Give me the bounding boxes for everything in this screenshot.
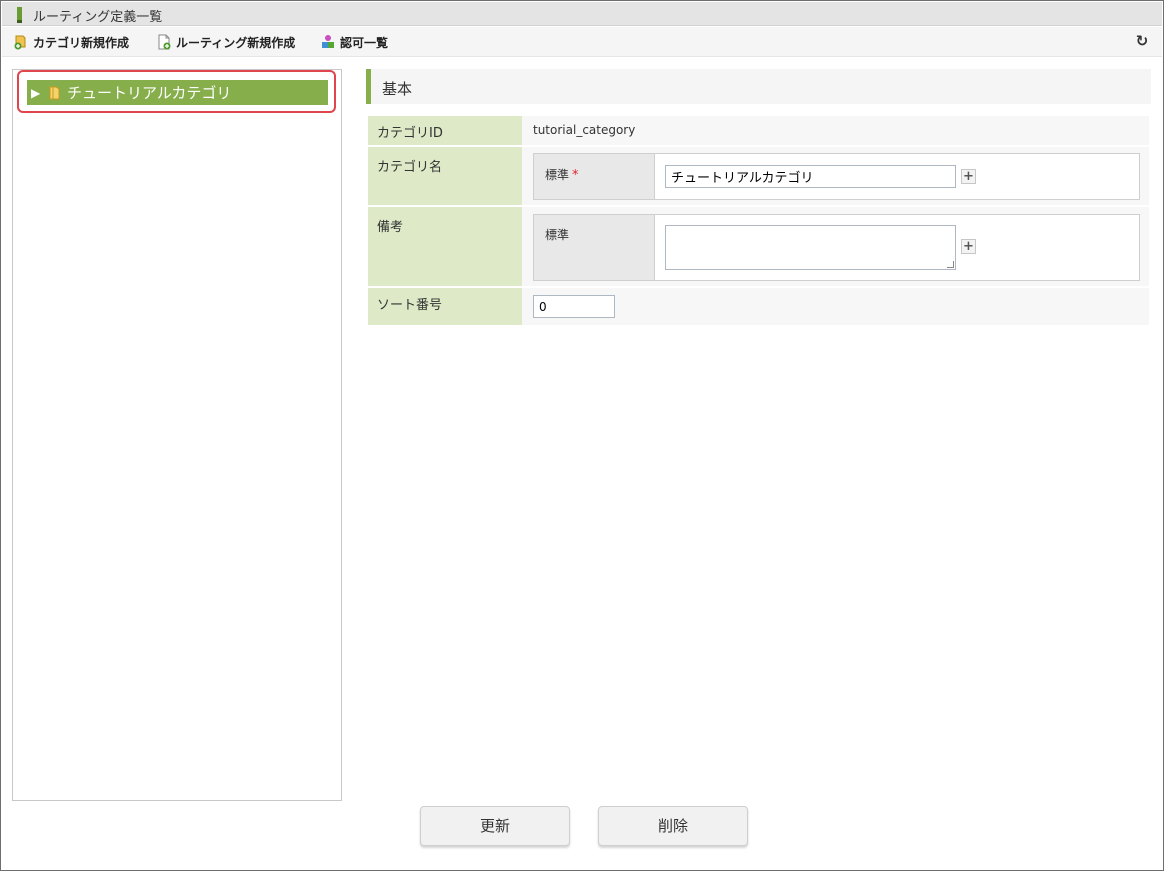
add-document-icon [158, 34, 171, 50]
tree-item-tutorial-category[interactable]: ▶ チュートリアルカテゴリ [27, 80, 328, 105]
category-name-locale: 標準 * [534, 154, 655, 199]
refresh-icon[interactable]: ↻ [1134, 33, 1150, 49]
section-header-basic: 基本 [366, 69, 1151, 104]
window-title: ルーティング定義一覧 [33, 10, 163, 25]
category-tree-panel: ▶ チュートリアルカテゴリ [12, 69, 342, 801]
category-name-input[interactable] [665, 165, 956, 188]
resize-handle-icon[interactable] [947, 261, 954, 268]
users-icon [322, 35, 334, 48]
remarks-cell: 標準 + [522, 207, 1149, 286]
authorization-list-button[interactable]: 認可一覧 [320, 32, 388, 52]
delete-button[interactable]: 削除 [598, 806, 748, 846]
new-category-button[interactable]: カテゴリ新規作成 [13, 32, 129, 52]
expand-arrow-icon[interactable]: ▶ [31, 86, 41, 100]
new-routing-label: ルーティング新規作成 [176, 35, 296, 50]
remarks-label: 備考 [368, 207, 522, 286]
category-id-value: tutorial_category [533, 123, 636, 137]
remarks-textarea[interactable] [665, 225, 956, 270]
locale-label: 標準 [545, 228, 570, 242]
category-id-label: カテゴリID [368, 116, 522, 145]
new-routing-button[interactable]: ルーティング新規作成 [156, 32, 295, 52]
sort-number-cell [522, 288, 1149, 325]
sort-number-input[interactable] [533, 295, 615, 318]
add-locale-button[interactable]: + [961, 239, 976, 254]
required-mark: * [572, 168, 579, 183]
tree-item-label: チュートリアルカテゴリ [67, 84, 232, 102]
category-name-label: カテゴリ名 [368, 147, 522, 205]
new-category-label: カテゴリ新規作成 [33, 35, 130, 50]
toolbar: カテゴリ新規作成 ルーティング新規作成 認可一覧 ↻ [2, 27, 1162, 57]
category-id-cell: tutorial_category [522, 116, 1149, 145]
authorization-list-label: 認可一覧 [340, 35, 389, 50]
remarks-locale: 標準 [534, 215, 655, 280]
add-category-icon [14, 35, 26, 50]
folder-icon [49, 86, 60, 99]
window-frame: ルーティング定義一覧 カテゴリ新規作成 ルーティング新規作成 認可一覧 ↻ ▶ … [0, 0, 1164, 871]
section-title: 基本 [382, 80, 413, 98]
update-button[interactable]: 更新 [420, 806, 570, 846]
title-bar: ルーティング定義一覧 [2, 2, 1162, 26]
sort-number-label: ソート番号 [368, 288, 522, 325]
title-marker-icon [17, 7, 22, 23]
add-locale-button[interactable]: + [961, 169, 976, 184]
locale-label: 標準 [545, 168, 570, 182]
category-name-cell: 標準* + [522, 147, 1149, 205]
